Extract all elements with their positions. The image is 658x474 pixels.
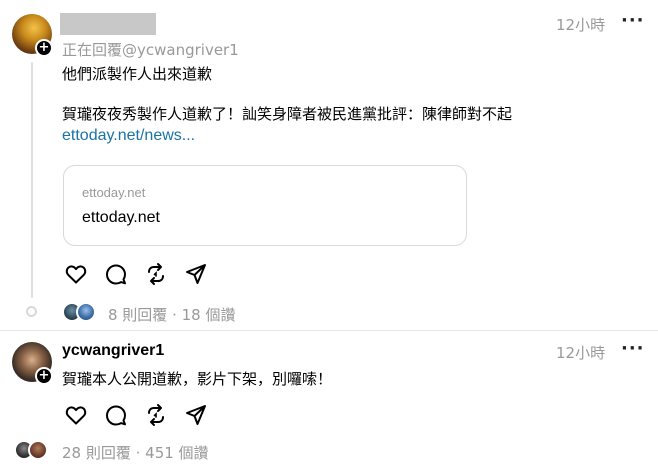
like-button[interactable] (64, 403, 88, 427)
repost-button[interactable] (144, 262, 168, 286)
heart-icon (65, 265, 87, 284)
thread-line (31, 62, 33, 298)
share-icon (186, 264, 206, 284)
like-button[interactable] (64, 262, 88, 286)
share-button[interactable] (184, 262, 208, 286)
post-stats[interactable]: 8 則回覆 · 18 個讚 (108, 304, 235, 325)
post-stats[interactable]: 28 則回覆 · 451 個讚 (62, 442, 209, 463)
heart-icon (65, 406, 87, 425)
username[interactable]: ycwangriver1 (62, 342, 164, 360)
repost-icon (148, 404, 164, 426)
post-text-line1: 他們派製作人出來道歉 (62, 65, 213, 83)
reply-to-label[interactable]: 正在回覆@ycwangriver1 (62, 39, 239, 60)
share-button[interactable] (184, 403, 208, 427)
thread-dot (26, 306, 37, 317)
link-preview-card[interactable]: ettoday.net ettoday.net (63, 165, 467, 246)
timestamp: 12小時 (556, 344, 606, 362)
share-icon (186, 405, 206, 425)
post-link[interactable]: ettoday.net/news... (62, 127, 195, 145)
comment-button[interactable] (104, 403, 128, 427)
comment-button[interactable] (104, 262, 128, 286)
plus-icon[interactable]: + (35, 367, 53, 385)
post-text: 賀瓏本人公開道歉，影片下架，別囉嗦！ (62, 370, 333, 388)
comment-icon (106, 405, 126, 426)
comment-icon (106, 264, 126, 285)
replier-avatar (76, 302, 96, 322)
plus-icon[interactable]: + (35, 39, 53, 57)
more-options-button[interactable]: ··· (621, 338, 645, 359)
replier-avatar (28, 440, 48, 460)
card-title: ettoday.net (82, 209, 160, 226)
repost-button[interactable] (144, 403, 168, 427)
repost-icon (148, 263, 164, 285)
card-domain-label: ettoday.net (82, 185, 146, 200)
post-text-line2: 賀瓏夜夜秀製作人道歉了！訕笑身障者被民進黨批評：陳律師對不起 (62, 105, 513, 123)
divider (0, 330, 658, 331)
more-options-button[interactable]: ··· (621, 10, 645, 31)
redacted-username (60, 13, 156, 35)
timestamp: 12小時 (556, 16, 606, 34)
